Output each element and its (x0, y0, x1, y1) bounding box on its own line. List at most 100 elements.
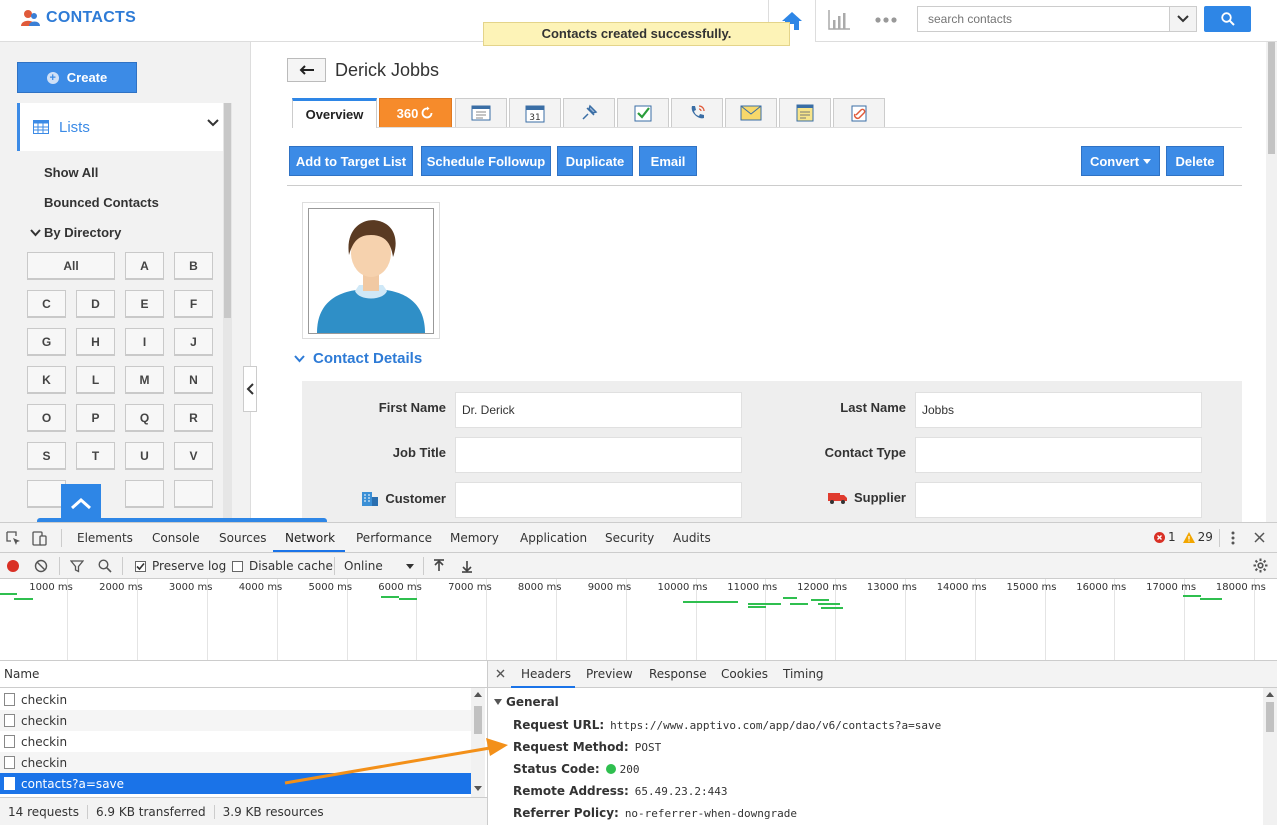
detail-tab-response[interactable]: Response (649, 667, 707, 681)
letter-all-button[interactable]: All (27, 252, 115, 280)
job-title-field[interactable] (455, 437, 742, 473)
tab-overview[interactable]: Overview (292, 98, 377, 128)
page-scrollbar[interactable] (1266, 42, 1277, 522)
devtools-tab-network[interactable]: Network (285, 531, 335, 545)
letter-v-button[interactable]: V (174, 442, 213, 470)
letter-r-button[interactable]: R (174, 404, 213, 432)
letter-e-button[interactable]: E (125, 290, 164, 318)
lists-dropdown[interactable]: Lists (17, 103, 223, 151)
close-icon[interactable] (496, 669, 505, 678)
collapse-sidebar-button[interactable] (243, 366, 257, 412)
console-counts[interactable]: 1 29 (1154, 530, 1213, 544)
schedule-followup-button[interactable]: Schedule Followup (421, 146, 551, 176)
letter-t-button[interactable]: T (76, 442, 115, 470)
close-icon[interactable] (1254, 532, 1265, 543)
export-har-icon[interactable] (461, 559, 473, 573)
letter-g-button[interactable]: G (27, 328, 66, 356)
tab-notes[interactable] (455, 98, 507, 127)
tab-calls[interactable] (671, 98, 723, 127)
letter-u-button[interactable]: U (125, 442, 164, 470)
tab-tasks[interactable] (617, 98, 669, 127)
app-logo[interactable]: CONTACTS (20, 8, 136, 28)
detail-tab-timing[interactable]: Timing (783, 667, 824, 681)
by-directory-toggle[interactable]: By Directory (30, 225, 121, 240)
supplier-field[interactable] (915, 482, 1202, 518)
letter-d-button[interactable]: D (76, 290, 115, 318)
scrollbar-thumb[interactable] (1266, 702, 1274, 732)
name-column-header[interactable]: Name (0, 661, 487, 688)
request-row[interactable]: checkin (0, 710, 471, 731)
tab-pin[interactable] (563, 98, 615, 127)
contact-details-toggle[interactable]: Contact Details (294, 350, 422, 367)
devtools-tab-memory[interactable]: Memory (450, 531, 499, 545)
scroll-to-top-button[interactable] (61, 484, 101, 522)
bounced-contacts-link[interactable]: Bounced Contacts (44, 195, 159, 210)
scrollbar-thumb[interactable] (474, 706, 482, 734)
request-row[interactable]: checkin (0, 752, 471, 773)
devtools-tab-security[interactable]: Security (605, 531, 654, 545)
detail-tab-preview[interactable]: Preview (586, 667, 633, 681)
letter-k-button[interactable]: K (27, 366, 66, 394)
reports-button[interactable] (826, 8, 852, 32)
letter-j-button[interactable]: J (174, 328, 213, 356)
search-icon[interactable] (98, 559, 112, 573)
customer-field[interactable] (455, 482, 742, 518)
letter-p-button[interactable]: P (76, 404, 115, 432)
record-icon[interactable] (6, 559, 20, 573)
network-timeline-overview[interactable]: 1000 ms 2000 ms 3000 ms 4000 ms 5000 ms 6000 … (0, 579, 1277, 661)
preserve-log-checkbox[interactable]: Preserve log (135, 559, 226, 573)
letter-a-button[interactable]: A (125, 252, 164, 280)
detail-tab-cookies[interactable]: Cookies (721, 667, 768, 681)
duplicate-button[interactable]: Duplicate (557, 146, 633, 176)
letter-c-button[interactable]: C (27, 290, 66, 318)
clear-icon[interactable] (34, 559, 48, 573)
scroll-up-arrow-icon[interactable] (1266, 692, 1274, 697)
general-section-toggle[interactable]: General (494, 695, 559, 709)
contact-photo[interactable] (302, 202, 440, 339)
request-row-selected[interactable]: contacts?a=save (0, 773, 471, 794)
letter-b-button[interactable]: B (174, 252, 213, 280)
letter-l-button[interactable]: L (76, 366, 115, 394)
devtools-tab-sources[interactable]: Sources (219, 531, 266, 545)
contact-type-field[interactable] (915, 437, 1202, 473)
last-name-field[interactable]: Jobbs (915, 392, 1202, 428)
search-scope-dropdown[interactable] (1169, 6, 1197, 32)
letter-row-partial[interactable] (125, 480, 164, 508)
tab-attachments[interactable] (833, 98, 885, 127)
tab-360[interactable]: 360 (379, 98, 452, 127)
search-button[interactable] (1204, 6, 1251, 32)
gear-icon[interactable] (1253, 558, 1268, 573)
inspect-element-icon[interactable] (6, 531, 21, 546)
kebab-menu-icon[interactable] (1228, 531, 1238, 545)
throttling-select[interactable]: Online (344, 559, 414, 573)
sidebar-scrollbar[interactable] (223, 103, 232, 522)
add-to-target-list-button[interactable]: Add to Target List (289, 146, 413, 176)
tab-email[interactable] (725, 98, 777, 127)
show-all-link[interactable]: Show All (44, 165, 98, 180)
letter-i-button[interactable]: I (125, 328, 164, 356)
back-button[interactable] (287, 58, 326, 82)
create-button[interactable]: + Create (17, 62, 137, 93)
letter-f-button[interactable]: F (174, 290, 213, 318)
detail-tab-headers[interactable]: Headers (521, 667, 571, 681)
letter-o-button[interactable]: O (27, 404, 66, 432)
request-list-scrollbar[interactable] (471, 688, 485, 797)
delete-button[interactable]: Delete (1166, 146, 1224, 176)
devtools-tab-audits[interactable]: Audits (673, 531, 711, 545)
letter-q-button[interactable]: Q (125, 404, 164, 432)
devtools-tab-elements[interactable]: Elements (77, 531, 133, 545)
letter-row-partial[interactable] (174, 480, 213, 508)
device-toolbar-icon[interactable] (32, 531, 47, 546)
tab-documents[interactable] (779, 98, 831, 127)
scrollbar-thumb[interactable] (1268, 42, 1275, 154)
request-row[interactable]: checkin (0, 731, 471, 752)
request-row[interactable]: checkin (0, 689, 471, 710)
import-har-icon[interactable] (433, 559, 445, 573)
letter-m-button[interactable]: M (125, 366, 164, 394)
more-options-button[interactable] (874, 10, 898, 30)
email-button[interactable]: Email (639, 146, 697, 176)
detail-scrollbar[interactable] (1263, 688, 1277, 825)
devtools-tab-console[interactable]: Console (152, 531, 200, 545)
first-name-field[interactable]: Dr. Derick (455, 392, 742, 428)
scroll-down-arrow-icon[interactable] (474, 786, 482, 791)
